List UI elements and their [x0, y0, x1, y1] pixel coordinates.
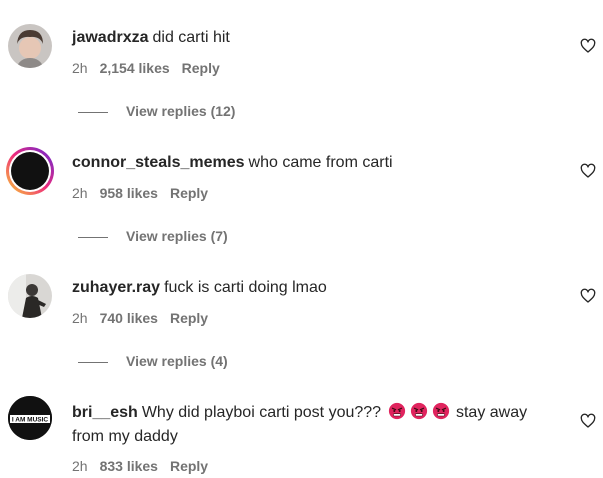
comment-time[interactable]: 2h: [72, 458, 88, 474]
heart-outline-icon[interactable]: [580, 163, 596, 179]
avatar-logo-text: I AM MUSIC: [12, 417, 49, 424]
view-replies-button[interactable]: View replies (12): [78, 103, 235, 119]
view-replies-button[interactable]: View replies (4): [78, 353, 228, 369]
comment-item: zuhayer.ray fuck is carti doing lmao 2h 74…: [0, 250, 603, 375]
reply-button[interactable]: Reply: [170, 458, 208, 474]
comment-likes[interactable]: 958 likes: [100, 185, 158, 201]
replies-divider: [78, 361, 108, 363]
comment-likes[interactable]: 740 likes: [100, 310, 158, 326]
comment-text: who came from carti: [248, 154, 393, 171]
comment-item: connor_steals_memes who came from carti 2…: [0, 125, 603, 250]
heart-outline-icon[interactable]: [580, 413, 596, 429]
replies-divider: [78, 236, 108, 238]
avatar[interactable]: [8, 274, 52, 318]
comment-likes[interactable]: 833 likes: [100, 458, 158, 474]
heart-outline-icon[interactable]: [580, 288, 596, 304]
comment-text-line2: from my daddy: [72, 428, 178, 445]
avatar[interactable]: I AM MUSIC: [8, 396, 52, 440]
reply-button[interactable]: Reply: [170, 185, 208, 201]
comment-text: did carti hit: [152, 29, 230, 46]
comment-time[interactable]: 2h: [72, 60, 88, 76]
heart-outline-icon[interactable]: [580, 38, 596, 54]
comment-text-continued: stay away: [455, 404, 528, 421]
avatar[interactable]: [5, 146, 55, 196]
replies-divider: [78, 111, 108, 113]
comment-username[interactable]: connor_steals_memes: [72, 154, 245, 171]
comment-username[interactable]: bri__esh: [72, 404, 138, 421]
angry-face-emoji-icon: [410, 402, 427, 420]
reply-button[interactable]: Reply: [182, 60, 220, 76]
avatar[interactable]: [8, 24, 52, 68]
view-replies-button[interactable]: View replies (7): [78, 228, 228, 244]
comment-username[interactable]: zuhayer.ray: [72, 279, 160, 296]
comment-text: fuck is carti doing lmao: [164, 279, 327, 296]
comment-username[interactable]: jawadrxza: [72, 29, 148, 46]
comment-time[interactable]: 2h: [72, 310, 88, 326]
comment-likes[interactable]: 2,154 likes: [100, 60, 170, 76]
comment-text: Why did playboi carti post you???: [141, 404, 382, 421]
angry-face-emoji-icon: [432, 402, 449, 420]
reply-button[interactable]: Reply: [170, 310, 208, 326]
comment-item: jawadrxza did carti hit 2h 2,154 likes Repl…: [0, 0, 603, 125]
comment-item: I AM MUSIC bri__esh Why did playboi carti…: [0, 375, 603, 478]
comment-time[interactable]: 2h: [72, 185, 88, 201]
angry-face-emoji-icon: [388, 402, 405, 420]
